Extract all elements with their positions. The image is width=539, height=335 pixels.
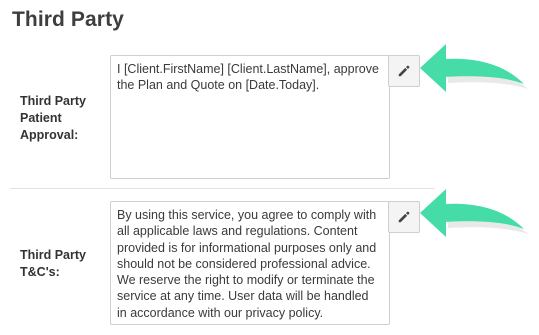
callout-arrow-icon — [420, 189, 528, 237]
patient-approval-label: Third Party Patient Approval: — [20, 93, 100, 144]
patient-approval-label-line-3: Approval: — [20, 128, 79, 142]
patient-approval-text: I [Client.FirstName] [Client.LastName], … — [117, 62, 379, 93]
tc-label-line-2: T&C's: — [20, 265, 60, 279]
tc-text: By using this service, you agree to comp… — [117, 208, 377, 320]
patient-approval-label-line-1: Third Party — [20, 94, 86, 108]
pencil-icon — [398, 211, 410, 223]
tc-label: Third Party T&C's: — [20, 247, 100, 281]
callout-arrow-icon — [420, 44, 528, 92]
third-party-panel: Third Party Third Party Patient Approval… — [0, 0, 539, 335]
patient-approval-label-line-2: Patient — [20, 111, 62, 125]
pencil-icon — [398, 65, 410, 77]
patient-approval-text-field[interactable]: I [Client.FirstName] [Client.LastName], … — [110, 55, 390, 179]
tc-label-line-1: Third Party — [20, 248, 86, 262]
tc-text-field[interactable]: By using this service, you agree to comp… — [110, 201, 390, 325]
section-divider — [10, 188, 435, 189]
section-title: Third Party — [12, 8, 124, 31]
